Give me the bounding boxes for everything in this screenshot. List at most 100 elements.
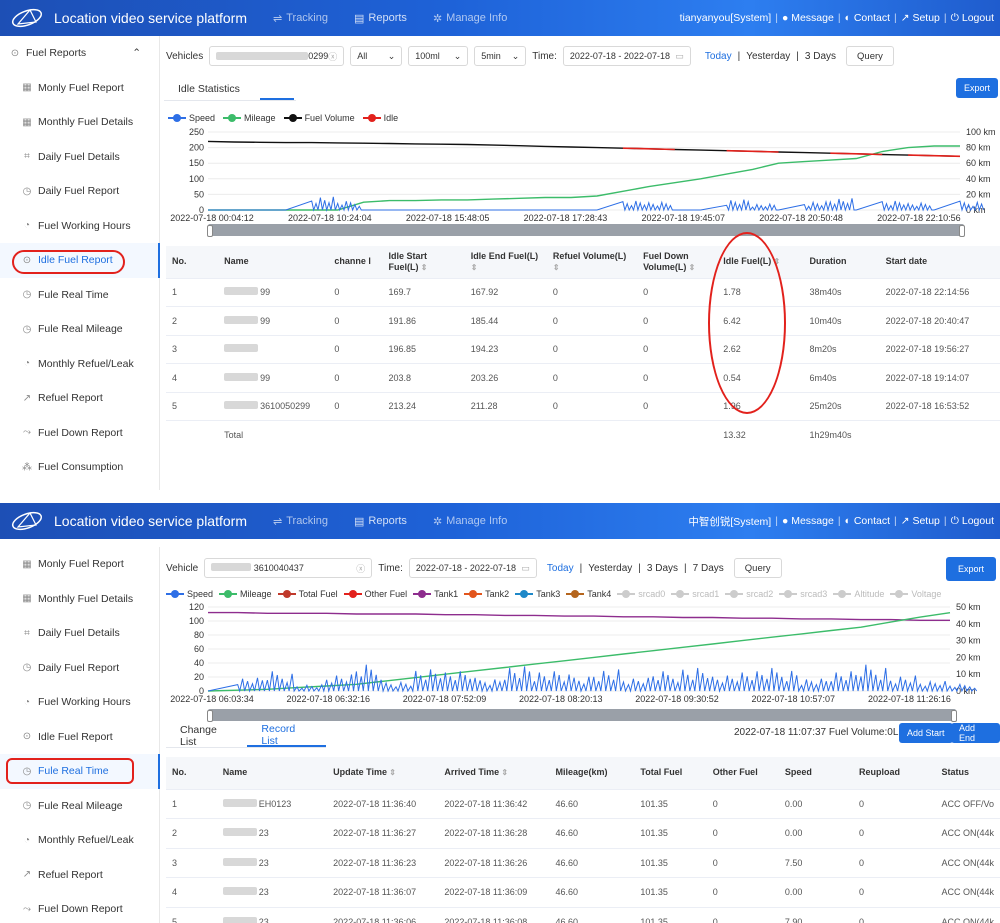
column-header-1[interactable]: Name [218, 246, 329, 278]
legend-item-11[interactable]: srcad3 [779, 589, 827, 599]
nav-reports[interactable]: ▤ Reports [354, 12, 407, 25]
legend-item-0[interactable]: Speed [166, 589, 213, 599]
table-row[interactable]: 5 3610050299 0 213.24 211.28 0 0 1.96 25m20s 2022… [166, 391, 1000, 421]
column-header-6[interactable]: Fuel Down Volume(L) ⇕ [637, 246, 718, 278]
query-button[interactable]: Query [733, 558, 782, 578]
nav-tracking[interactable]: ⇌ Tracking [273, 12, 328, 25]
table-row[interactable]: 2 99 0 191.86 185.44 0 0 6.42 10m40s 2022-07-18 2… [166, 306, 1000, 335]
logout-link[interactable]: ⏻ Logout [951, 515, 994, 528]
sidebar-item-6[interactable]: ◷ Fule Real Time [0, 278, 159, 313]
legend-item-2[interactable]: Total Fuel [277, 589, 338, 599]
setup-link[interactable]: ↗ Setup [901, 12, 940, 24]
legend-item-5[interactable]: Tank2 [464, 589, 509, 599]
setup-link[interactable]: ↗ Setup [901, 515, 940, 527]
sidebar-item-0[interactable]: ▦ Monly Fuel Report [0, 71, 159, 106]
sort-icon[interactable]: ⇕ [471, 263, 478, 272]
legend-item-13[interactable]: Voltage [890, 589, 941, 599]
export-button[interactable]: Export [956, 78, 999, 98]
table-row[interactable]: 4 23 2022-07-18 11:36:07 2022-07-18 11:36:0… [166, 877, 1000, 907]
table-row[interactable]: 3 0 196.85 194.23 0 0 2.62 8m20s 2022-07-18 19:5… [166, 334, 1000, 364]
sidebar-item-10[interactable]: ⤳ Fuel Down Report [0, 416, 159, 451]
date-range-input[interactable]: 2022-07-18 - 2022-07-18 ▭ [408, 558, 537, 578]
message-link[interactable]: ● Message [782, 12, 834, 24]
chart-zoom-slider[interactable] [207, 224, 965, 237]
seven-days-link[interactable]: 7 Days [693, 563, 724, 574]
today-link[interactable]: Today [705, 51, 732, 62]
channel-select[interactable]: All ⌄ [350, 46, 403, 66]
legend-item-1[interactable]: Mileage [219, 589, 272, 599]
legend-mileage[interactable]: Mileage [223, 113, 276, 123]
column-header-5[interactable]: Total Fuel [634, 757, 707, 789]
chart-zoom-slider[interactable] [207, 709, 957, 722]
legend-item-7[interactable]: Tank4 [566, 589, 611, 599]
sidebar-group-fuel-reports[interactable]: ⊙ Fuel Reports ⌃ [0, 36, 159, 71]
interval-select[interactable]: 5min ⌄ [474, 46, 527, 66]
clear-icon[interactable]: ⓧ [356, 562, 365, 575]
three-days-link[interactable]: 3 Days [647, 563, 678, 574]
column-header-9[interactable]: Start date [879, 246, 1000, 278]
today-link[interactable]: Today [547, 563, 574, 574]
column-header-7[interactable]: Idle Fuel(L) ⇕ [717, 246, 804, 278]
sidebar-item-8[interactable]: ◔ Monthly Refuel/Leak [0, 823, 159, 858]
table-row[interactable]: 2 23 2022-07-18 11:36:27 2022-07-18 11:36:2… [166, 818, 1000, 848]
sidebar-item-9[interactable]: ↗ Refuel Report [0, 381, 159, 416]
vehicle-input[interactable]: 3610040437 ⓧ [204, 558, 373, 578]
column-header-7[interactable]: Speed [778, 757, 853, 789]
legend-item-12[interactable]: Altitude [833, 589, 884, 599]
nav-manage-info[interactable]: ✲ Manage Info [433, 515, 507, 528]
legend-item-8[interactable]: srcad0 [617, 589, 665, 599]
yesterday-link[interactable]: Yesterday [588, 563, 632, 574]
legend-item-9[interactable]: srcad1 [671, 589, 719, 599]
sidebar-item-1[interactable]: ▦ Monthly Fuel Details [0, 582, 159, 617]
date-range-input[interactable]: 2022-07-18 - 2022-07-18 ▭ [562, 46, 691, 66]
table-row[interactable]: 1 EH0123 2022-07-18 11:36:40 2022-07-18 11:… [166, 788, 1000, 819]
sidebar-item-10[interactable]: ⤳ Fuel Down Report [0, 892, 159, 923]
legend-fuel-volume[interactable]: Fuel Volume [283, 113, 355, 123]
table-row[interactable]: 1 99 0 169.7 167.92 0 0 1.78 38m40s 2022-07-18 22… [166, 277, 1000, 307]
nav-tracking[interactable]: ⇌ Tracking [273, 515, 328, 528]
add-end-button[interactable]: Add End [951, 723, 1000, 743]
column-header-6[interactable]: Other Fuel [706, 757, 779, 789]
legend-speed[interactable]: Speed [168, 113, 215, 123]
sort-icon[interactable]: ⇕ [553, 263, 560, 272]
sidebar-item-7[interactable]: ◷ Fule Real Mileage [0, 789, 159, 824]
sidebar-item-4[interactable]: ◔ Fuel Working Hours [0, 685, 159, 720]
volume-select[interactable]: 100ml ⌄ [408, 46, 469, 66]
nav-manage-info[interactable]: ✲ Manage Info [433, 12, 507, 25]
table-row[interactable]: 5 23 2022-07-18 11:36:06 2022-07-18 11:36:0… [166, 906, 1000, 923]
table-row[interactable]: 4 99 0 203.8 203.26 0 0 0.54 6m40s 2022-07-18 19:… [166, 363, 1000, 392]
column-header-9[interactable]: Status [935, 757, 1000, 789]
vehicle-input[interactable]: 0299 ⓧ [209, 46, 345, 66]
column-header-8[interactable]: Reupload [852, 757, 936, 789]
sort-icon[interactable]: ⇕ [419, 263, 428, 272]
tab-change-list[interactable]: Change List [166, 724, 247, 748]
sidebar-item-6[interactable]: ◷ Fule Real Time [0, 754, 160, 789]
sidebar-item-4[interactable]: ◔ Fuel Working Hours [0, 209, 159, 244]
legend-item-4[interactable]: Tank1 [413, 589, 458, 599]
message-link[interactable]: ● Message [782, 515, 834, 527]
sort-icon[interactable]: ⇕ [771, 257, 780, 266]
sidebar-item-8[interactable]: ◔ Monthly Refuel/Leak [0, 347, 159, 382]
sidebar-item-7[interactable]: ◷ Fule Real Mileage [0, 312, 159, 347]
legend-item-3[interactable]: Other Fuel [343, 589, 407, 599]
legend-item-6[interactable]: Tank3 [515, 589, 560, 599]
export-button[interactable]: Export [946, 557, 997, 581]
yesterday-link[interactable]: Yesterday [746, 51, 790, 62]
column-header-4[interactable]: Mileage(km) [549, 757, 635, 789]
sort-icon[interactable]: ⇕ [387, 768, 396, 777]
logout-link[interactable]: ⏻ Logout [951, 12, 994, 25]
sort-icon[interactable]: ⇕ [499, 768, 508, 777]
clear-icon[interactable]: ⓧ [328, 50, 337, 63]
legend-idle[interactable]: Idle [362, 113, 398, 123]
sidebar-item-11[interactable]: ⁂ Fuel Consumption [0, 450, 159, 485]
sidebar-item-5[interactable]: ⊙ Idle Fuel Report [0, 720, 159, 755]
table-row[interactable]: 3 23 2022-07-18 11:36:23 2022-07-18 11:36:2… [166, 847, 1000, 878]
column-header-0[interactable]: No. [166, 757, 217, 789]
tab-idle-statistics[interactable]: Idle Statistics [164, 78, 254, 100]
column-header-8[interactable]: Duration [803, 246, 880, 278]
contact-link[interactable]: ◐ Contact [845, 12, 890, 24]
column-header-3[interactable]: Arrived Time ⇕ [438, 757, 550, 789]
sidebar-item-2[interactable]: ⌗ Daily Fuel Details [0, 140, 159, 175]
sidebar-item-5[interactable]: ⊙ Idle Fuel Report [0, 243, 160, 278]
query-button[interactable]: Query [846, 46, 894, 66]
